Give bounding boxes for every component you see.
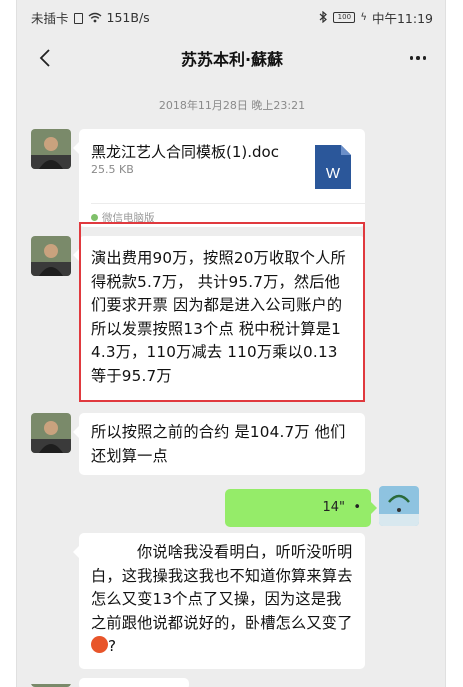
status-right: 100 ϟ 中午11:19 [319, 8, 433, 27]
message-text: 演出费用90万，按照20万收取个人所得税款5.7万， 共计95.7万，然后他们要… [91, 249, 346, 385]
message-bubble[interactable]: 你说啥我没看明白，听听没听明白，这我操我这我也不知道你算来算去怎么又变13个点了… [73, 533, 365, 669]
carrier-text: 未插卡 [31, 10, 69, 26]
chat-timestamp: 2018年11月28日 晚上23:21 [158, 99, 306, 112]
message-suffix: ? [108, 637, 117, 655]
status-time: 中午11:19 [371, 10, 433, 26]
message-text: 你说啥我没看明白，听听没听明白，这我操我这我也不知道你算来算去怎么又变13个点了… [79, 533, 365, 659]
message-text-body: 你说啥我没看明白，听听没听明白，这我操我这我也不知道你算来算去怎么又变13个点了… [91, 543, 353, 632]
battery-level: 100 [337, 12, 352, 21]
avatar[interactable] [31, 236, 71, 276]
more-dot [422, 56, 427, 60]
self-avatar-icon [379, 486, 419, 526]
message-bubble[interactable]: 演出费用90万，按照20万收取个人所得税款5.7万， 共计95.7万，然后他们要… [73, 236, 365, 402]
back-button[interactable] [31, 44, 59, 72]
sim-icon [73, 12, 83, 24]
wifi-icon [88, 12, 101, 22]
file-size: 25.5 KB [91, 163, 134, 176]
file-name: 黑龙江艺人合同模板(1).doc [91, 143, 279, 161]
nav-bar: 苏苏本利·蘇蘇 [17, 34, 445, 82]
word-doc-icon: W [315, 145, 351, 189]
more-button[interactable] [403, 44, 433, 72]
chat-title: 苏苏本利·蘇蘇 [180, 50, 284, 69]
voice-message[interactable]: 14" • [225, 489, 377, 527]
contact-avatar-icon [31, 129, 71, 169]
file-divider [91, 203, 365, 204]
network-speed: 151B/s [106, 9, 150, 25]
word-doc-letter: W [326, 165, 341, 182]
wechat-pc-icon [91, 214, 98, 221]
status-left: 未插卡 151B/s [31, 8, 150, 27]
my-avatar[interactable] [379, 486, 419, 526]
charging-icon: ϟ [360, 11, 367, 23]
voice-duration: 14" [322, 500, 345, 515]
voice-wave-icon: • [353, 500, 361, 515]
more-dots-icon [409, 56, 414, 60]
more-dot [416, 56, 420, 60]
avatar[interactable] [31, 413, 71, 453]
file-message[interactable]: 黑龙江艺人合同模板(1).doc 25.5 KB W 微信电脑版 [73, 129, 365, 227]
angry-face-icon [91, 636, 108, 653]
battery-icon: 100 [333, 11, 356, 23]
message-bubble[interactable] [79, 678, 189, 687]
contact-avatar-icon [31, 236, 71, 276]
message-bubble[interactable]: 所以按照之前的合约 是104.7万 他们还划算一点 [73, 413, 365, 475]
file-source: 微信电脑版 [91, 210, 155, 225]
avatar[interactable] [31, 678, 71, 687]
bluetooth-icon [319, 11, 328, 23]
avatar[interactable] [31, 129, 71, 169]
contact-avatar-icon [31, 413, 71, 453]
file-source-label: 微信电脑版 [102, 212, 155, 224]
chevron-left-icon [39, 49, 50, 67]
status-bar: 未插卡 151B/s 100 ϟ 中午11:19 [17, 0, 445, 34]
chat-screen: 未插卡 151B/s 100 ϟ 中午11:19 苏苏本利·蘇蘇 2018年11… [16, 0, 446, 687]
message-text: 所以按照之前的合约 是104.7万 他们还划算一点 [91, 423, 346, 465]
